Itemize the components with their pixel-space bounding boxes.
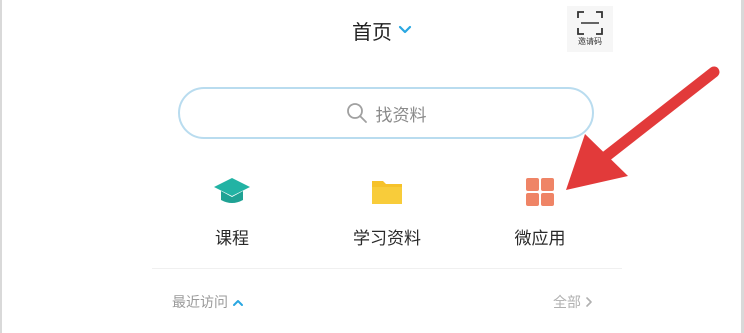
entry-course-label: 课程	[215, 229, 249, 249]
chevron-down-icon	[398, 25, 412, 34]
scan-icon	[577, 11, 603, 35]
chevron-right-icon	[586, 297, 592, 307]
recent-visits-toggle[interactable]: 最近访问	[172, 292, 244, 312]
section-divider	[152, 268, 622, 269]
grid-apps-icon	[520, 172, 560, 212]
app-screen: 首页 邀请码 找资料 课程 学习资料 微应用 最近访问 全部	[0, 0, 744, 333]
home-title-dropdown[interactable]: 首页	[352, 16, 412, 44]
search-input[interactable]: 找资料	[178, 87, 594, 139]
annotation-arrow	[566, 66, 720, 190]
chevron-up-icon	[233, 299, 243, 306]
recent-visits-label: 最近访问	[172, 295, 228, 311]
view-all-link[interactable]: 全部	[553, 292, 593, 312]
page-title: 首页	[352, 19, 392, 44]
entry-study-materials-label: 学习资料	[353, 229, 421, 249]
entry-micro-apps-label: 微应用	[514, 229, 566, 249]
invite-code-label: 邀请码	[578, 37, 602, 46]
entry-course[interactable]: 课程	[182, 172, 282, 249]
search-icon	[346, 103, 367, 123]
invite-code-button[interactable]: 邀请码	[567, 6, 613, 52]
graduation-cap-icon	[212, 172, 252, 212]
left-edge	[0, 0, 2, 333]
entry-micro-apps[interactable]: 微应用	[490, 172, 590, 249]
entry-study-materials[interactable]: 学习资料	[337, 172, 437, 249]
search-placeholder: 找资料	[375, 105, 427, 126]
view-all-label: 全部	[553, 295, 581, 311]
folder-icon	[367, 172, 407, 212]
